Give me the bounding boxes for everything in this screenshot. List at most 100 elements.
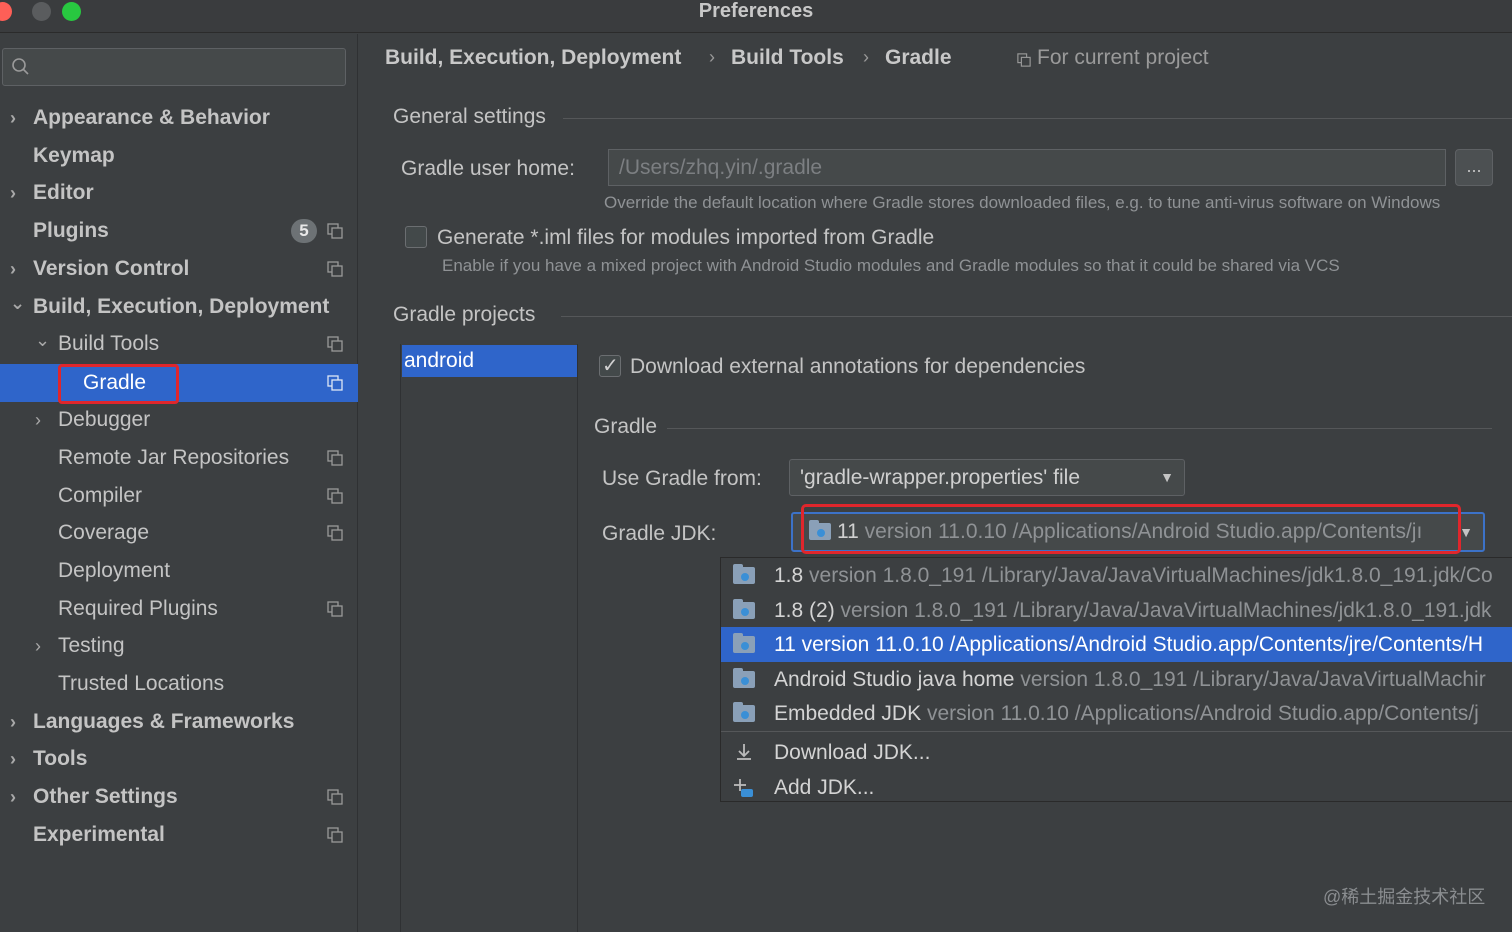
download-jdk-action[interactable]: Download JDK... — [721, 735, 1512, 770]
browse-button[interactable]: ... — [1455, 149, 1493, 186]
sidebar-item-label: Version Control — [33, 257, 190, 280]
gradle-user-home-input[interactable]: /Users/zhq.yin/.gradle — [608, 149, 1446, 186]
project-scope-icon — [327, 261, 343, 277]
folder-jdk-icon — [733, 702, 755, 722]
watermark-text: @稀土掘金技术社区 — [1323, 887, 1486, 907]
add-jdk-icon — [734, 779, 753, 797]
project-scope-icon — [327, 450, 343, 466]
project-scope-icon — [327, 601, 343, 617]
gradle-highlight-box — [58, 364, 179, 404]
project-item-android[interactable]: android — [402, 345, 577, 377]
sidebar-item-label: Editor — [33, 181, 94, 204]
chevron-right-icon[interactable]: › — [10, 99, 16, 137]
project-scope-icon — [327, 336, 343, 352]
project-scope-icon — [327, 488, 343, 504]
breadcrumb-gradle: Gradle — [885, 46, 952, 69]
folder-jdk-icon — [733, 633, 755, 653]
jdk-option-1-8-2[interactable]: 1.8 (2) version 1.8.0_191 /Library/Java/… — [721, 593, 1512, 628]
sidebar-item-debugger[interactable]: › Debugger — [0, 401, 358, 439]
sidebar-item-build-tools[interactable]: ⌄ Build Tools — [0, 325, 358, 363]
sidebar-item-experimental[interactable]: Experimental — [0, 816, 358, 854]
sidebar-item-label: Experimental — [33, 823, 165, 846]
sidebar-item-label: Keymap — [33, 144, 115, 167]
sidebar-item-label: Deployment — [58, 559, 171, 582]
chevron-right-icon[interactable]: › — [35, 627, 41, 665]
sidebar-item-remote-jar-repositories[interactable]: Remote Jar Repositories — [0, 439, 358, 477]
sidebar-item-other-settings[interactable]: › Other Settings — [0, 778, 358, 816]
download-annotations-checkbox[interactable] — [599, 353, 621, 378]
jdk-option-embedded-jdk[interactable]: Embedded JDK version 11.0.10 /Applicatio… — [721, 696, 1512, 731]
sidebar-item-coverage[interactable]: Coverage — [0, 514, 358, 552]
gradle-jdk-label: Gradle JDK: — [602, 522, 717, 545]
sidebar-item-testing[interactable]: › Testing — [0, 627, 358, 665]
search-input[interactable] — [2, 48, 346, 86]
sidebar-item-label: Testing — [58, 634, 125, 657]
project-scope-icon — [1017, 53, 1031, 67]
search-icon — [12, 58, 29, 75]
sidebar-item-label: Remote Jar Repositories — [58, 446, 290, 469]
project-scope-icon — [327, 375, 343, 391]
generate-iml-hint: Enable if you have a mixed project with … — [442, 256, 1340, 275]
use-gradle-from-value: 'gradle-wrapper.properties' file — [800, 466, 1080, 489]
jdk-option-1-8[interactable]: 1.8 version 1.8.0_191 /Library/Java/Java… — [721, 558, 1512, 593]
sidebar-item-compiler[interactable]: Compiler — [0, 477, 358, 515]
window-title: Preferences — [698, 0, 814, 22]
sidebar-item-appearance-behavior[interactable]: › Appearance & Behavior — [0, 99, 358, 137]
breadcrumb-build-tools[interactable]: Build Tools — [731, 46, 844, 70]
chevron-down-icon[interactable]: ⌄ — [10, 284, 25, 322]
folder-jdk-icon — [733, 668, 755, 688]
chevron-right-icon[interactable]: › — [35, 401, 41, 439]
sidebar-item-build-execution-deployment[interactable]: ⌄ Build, Execution, Deployment — [0, 288, 358, 326]
project-scope-icon — [327, 827, 343, 843]
folder-jdk-icon — [733, 564, 755, 584]
chevron-right-icon[interactable]: › — [10, 250, 16, 288]
download-icon — [737, 744, 751, 760]
add-jdk-action[interactable]: Add JDK... — [721, 770, 1512, 805]
sidebar-item-label: Languages & Frameworks — [33, 710, 295, 733]
gradle-user-home-hint: Override the default location where Grad… — [604, 193, 1441, 212]
sidebar-item-plugins[interactable]: Plugins 5 — [0, 212, 358, 250]
sidebar-item-label: Build, Execution, Deployment — [33, 295, 330, 318]
gradle-jdk-highlight-box — [801, 504, 1461, 554]
sidebar-item-label: Other Settings — [33, 785, 178, 808]
use-gradle-from-dropdown[interactable]: 'gradle-wrapper.properties' file ▼ — [789, 459, 1185, 496]
gradle-user-home-label: Gradle user home: — [401, 157, 575, 180]
sidebar-item-languages-frameworks[interactable]: › Languages & Frameworks — [0, 703, 358, 741]
breadcrumb-separator: › — [709, 47, 715, 67]
sidebar-item-label: Appearance & Behavior — [33, 106, 270, 129]
sidebar-item-deployment[interactable]: Deployment — [0, 552, 358, 590]
sidebar-item-label: Tools — [33, 747, 88, 770]
title-bar: Preferences — [0, 0, 1512, 33]
gradle-projects-list — [400, 344, 578, 932]
jdk-popup-list: 1.8 version 1.8.0_191 /Library/Java/Java… — [720, 557, 1512, 802]
dropdown-arrow-icon: ▼ — [1459, 524, 1473, 540]
gradle-section-title: Gradle — [594, 415, 658, 438]
sidebar-item-label: Required Plugins — [58, 597, 218, 620]
sidebar-item-editor[interactable]: › Editor — [0, 174, 358, 212]
chevron-right-icon[interactable]: › — [10, 174, 16, 212]
sidebar-item-label: Compiler — [58, 484, 143, 507]
project-scope-icon — [327, 789, 343, 805]
jdk-option-android-studio-java-home[interactable]: Android Studio java home version 1.8.0_1… — [721, 662, 1512, 697]
sidebar-item-label: Plugins — [33, 219, 109, 242]
chevron-right-icon[interactable]: › — [10, 740, 16, 778]
sidebar-item-gradle[interactable]: Gradle — [0, 364, 358, 402]
chevron-right-icon[interactable]: › — [10, 703, 16, 741]
download-annotations-label[interactable]: Download external annotations for depend… — [630, 355, 1085, 379]
chevron-right-icon[interactable]: › — [10, 778, 16, 816]
sidebar-item-required-plugins[interactable]: Required Plugins — [0, 590, 358, 628]
chevron-down-icon[interactable]: ⌄ — [35, 321, 50, 359]
sidebar-item-label: Coverage — [58, 521, 150, 544]
sidebar-item-keymap[interactable]: Keymap — [0, 137, 358, 175]
scope-label: For current project — [1037, 46, 1209, 69]
breadcrumb-build-execution-deployment[interactable]: Build, Execution, Deployment — [385, 46, 681, 70]
sidebar-item-label: Build Tools — [58, 332, 160, 355]
sidebar-item-tools[interactable]: › Tools — [0, 740, 358, 778]
generate-iml-checkbox[interactable] — [405, 226, 427, 248]
dropdown-arrow-icon: ▼ — [1160, 469, 1174, 485]
sidebar-item-trusted-locations[interactable]: Trusted Locations — [0, 665, 358, 703]
jdk-option-11[interactable]: 11 version 11.0.10 /Applications/Android… — [721, 627, 1512, 662]
generate-iml-label[interactable]: Generate *.iml files for modules importe… — [437, 226, 934, 250]
sidebar-item-version-control[interactable]: › Version Control — [0, 250, 358, 288]
breadcrumb-separator: › — [863, 47, 869, 67]
